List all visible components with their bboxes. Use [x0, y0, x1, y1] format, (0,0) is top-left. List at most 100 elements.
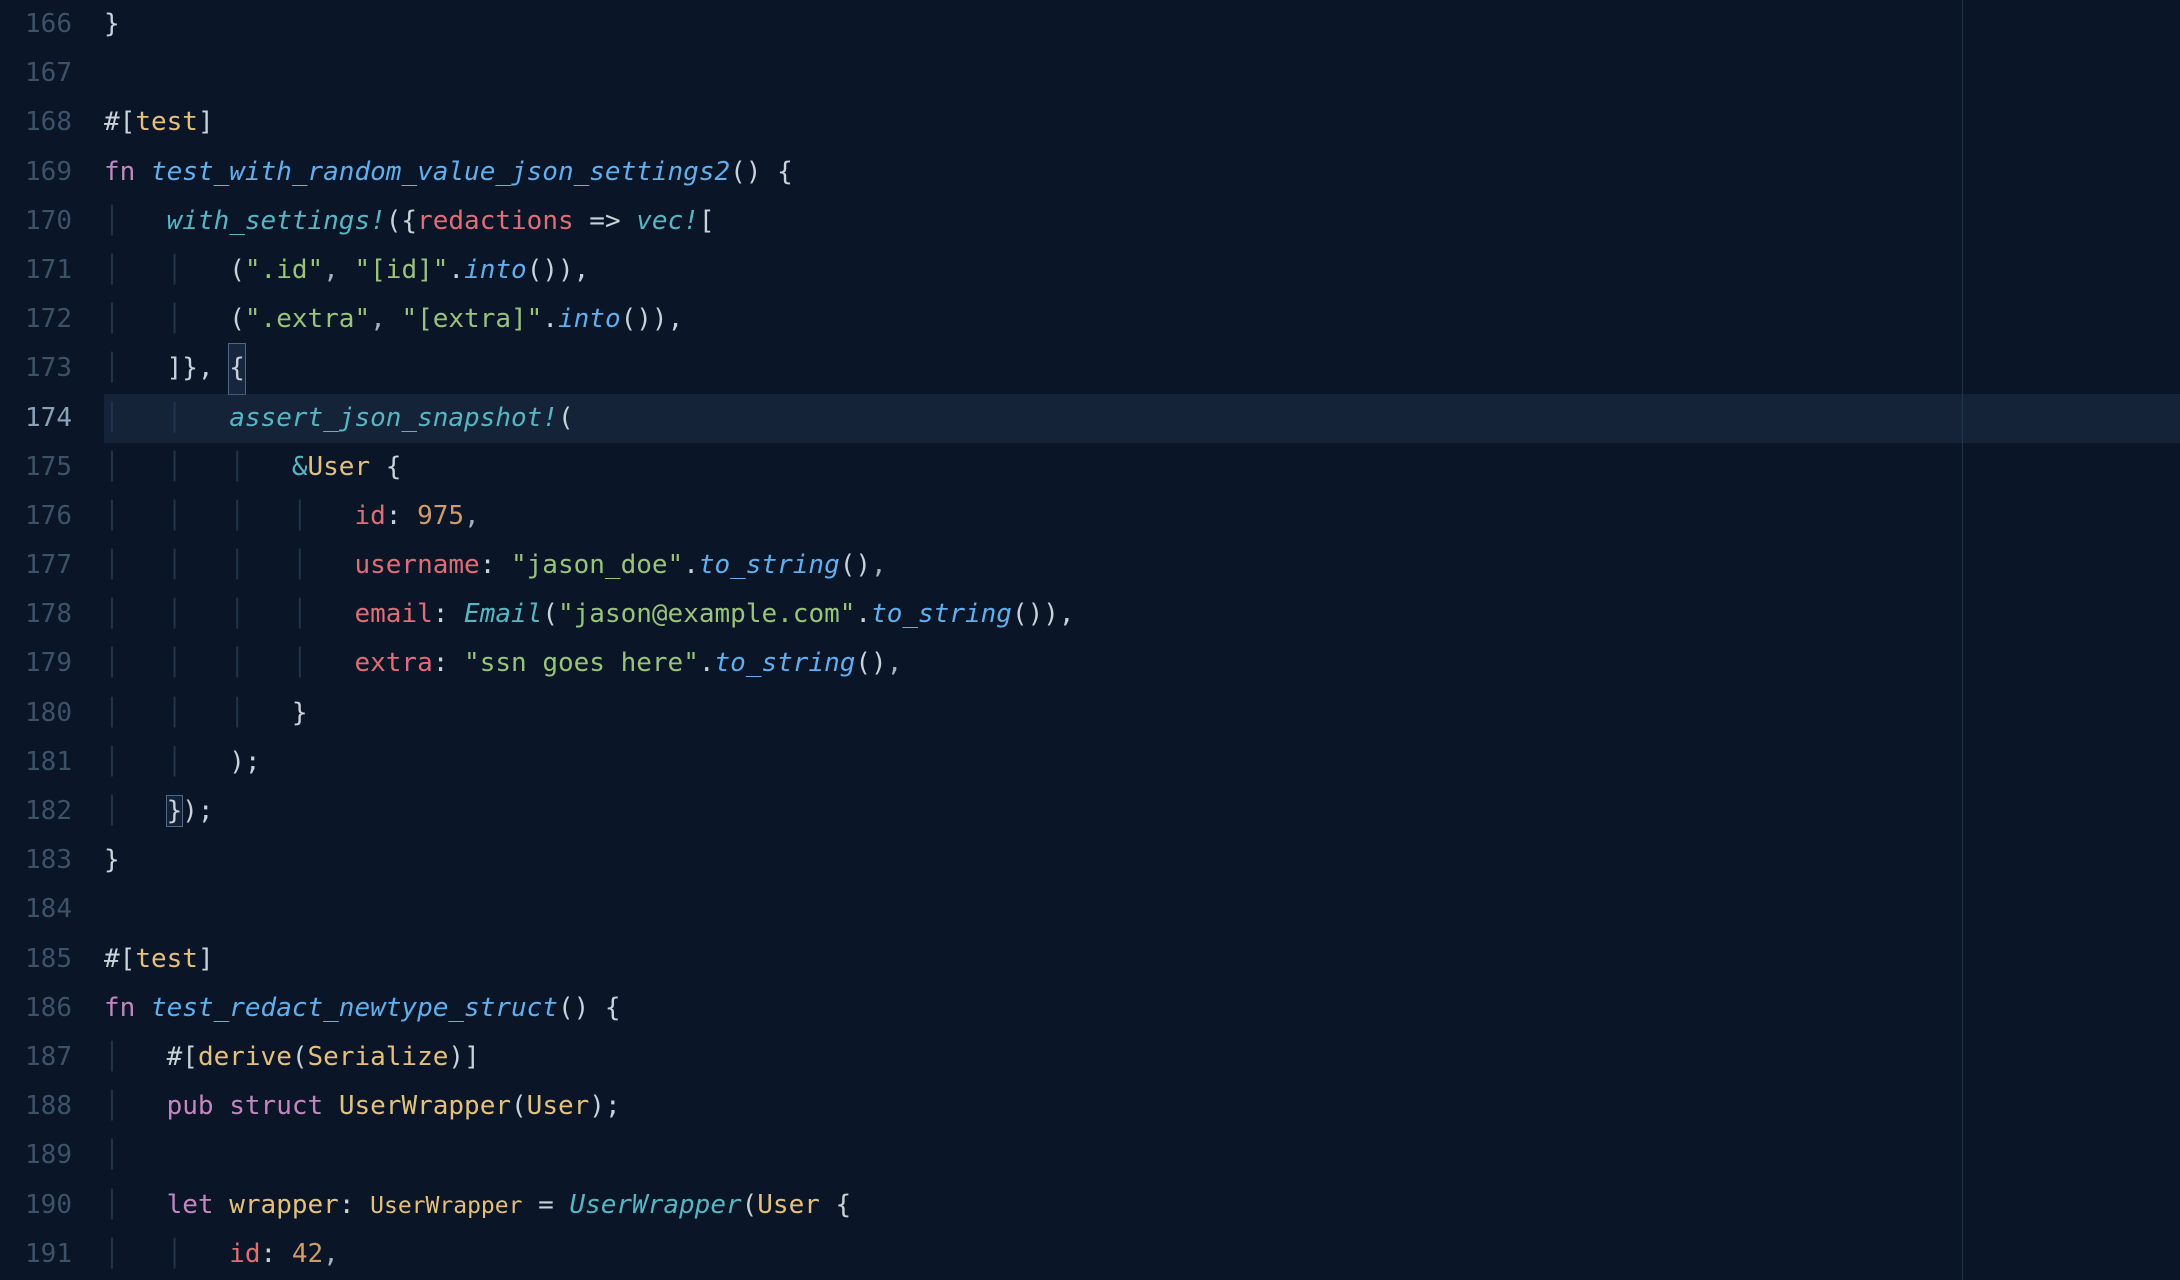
field-extra: extra: [354, 648, 432, 678]
method-to-string: to_string: [715, 648, 856, 678]
line-number: 184: [0, 885, 72, 934]
match-brace: }: [167, 796, 183, 826]
code-line[interactable]: #[test]: [104, 935, 2180, 984]
attr-close: ]: [198, 107, 214, 137]
cursor-brace: {: [229, 344, 245, 393]
code-line[interactable]: fn test_with_random_value_json_settings2…: [104, 148, 2180, 197]
line-number: 173: [0, 344, 72, 393]
brace: {: [370, 452, 401, 482]
macro-assert-json-snapshot: assert_json_snapshot!: [229, 403, 558, 433]
code-line[interactable]: }: [104, 836, 2180, 885]
code-line[interactable]: │ │ │ │ email: Email("jason@example.com"…: [104, 590, 2180, 639]
code-line[interactable]: │: [104, 1131, 2180, 1180]
brace: {: [820, 1190, 851, 1220]
parens: (): [855, 648, 886, 678]
code-line[interactable]: │ │ │ }: [104, 689, 2180, 738]
dot: .: [699, 648, 715, 678]
var-wrapper: wrapper: [229, 1190, 339, 1220]
method-into: into: [464, 255, 527, 285]
type-userwrapper: UserWrapper: [339, 1091, 511, 1121]
code-line[interactable]: │ ]}, {: [104, 344, 2180, 393]
code-line[interactable]: │ │ │ &User {: [104, 443, 2180, 492]
key-redactions: redactions: [417, 206, 574, 236]
arrow: =>: [574, 206, 637, 236]
macro-vec: vec!: [636, 206, 699, 236]
code-area[interactable]: } #[test] fn test_with_random_value_json…: [90, 0, 2180, 1280]
dot: .: [542, 304, 558, 334]
code-editor[interactable]: 166 167 168 169 170 171 172 173 174 175 …: [0, 0, 2180, 1280]
bracket: [: [699, 206, 715, 236]
string: "[extra]": [401, 304, 542, 334]
code-line[interactable]: [104, 49, 2180, 98]
line-number: 169: [0, 148, 72, 197]
code-line-current[interactable]: │ │ assert_json_snapshot!(: [104, 394, 2180, 443]
line-number: 170: [0, 197, 72, 246]
parens: (): [840, 550, 871, 580]
paren: (: [742, 1190, 758, 1220]
type-userwrapper: UserWrapper: [370, 1193, 522, 1219]
code-line[interactable]: │ │ │ │ id: 975,: [104, 492, 2180, 541]
line-number: 175: [0, 443, 72, 492]
method-to-string: to_string: [699, 550, 840, 580]
line-number-current: 174: [0, 394, 72, 443]
attr-open: #[: [167, 1042, 198, 1072]
close: ),: [558, 255, 589, 285]
colon: :: [386, 501, 417, 531]
code-line[interactable]: #[test]: [104, 98, 2180, 147]
close: );: [229, 747, 260, 777]
code-line[interactable]: │ │ id: 42,: [104, 1230, 2180, 1279]
line-number: 178: [0, 590, 72, 639]
fn-name: test_with_random_value_json_settings2: [151, 157, 730, 187]
fn-name: test_redact_newtype_struct: [151, 993, 558, 1023]
paren: (: [229, 255, 245, 285]
code-line[interactable]: │ with_settings!({redactions => vec![: [104, 197, 2180, 246]
code-line[interactable]: [104, 885, 2180, 934]
colon: :: [339, 1190, 370, 1220]
brace: }: [292, 698, 308, 728]
code-line[interactable]: │ });: [104, 787, 2180, 836]
line-number-gutter: 166 167 168 169 170 171 172 173 174 175 …: [0, 0, 90, 1280]
code-line[interactable]: │ │ │ │ username: "jason_doe".to_string(…: [104, 541, 2180, 590]
parens: (): [558, 993, 589, 1023]
code-line[interactable]: │ let wrapper: UserWrapper = UserWrapper…: [104, 1181, 2180, 1230]
kw-fn: fn: [104, 993, 135, 1023]
comma: ,: [887, 648, 903, 678]
code-line[interactable]: │ │ );: [104, 738, 2180, 787]
line-number: 167: [0, 49, 72, 98]
comma: ,: [370, 304, 401, 334]
parens: (): [527, 255, 558, 285]
code-line[interactable]: │ │ │ │ extra: "ssn goes here".to_string…: [104, 639, 2180, 688]
dot: .: [683, 550, 699, 580]
line-number: 190: [0, 1181, 72, 1230]
comma: ,: [323, 1239, 339, 1269]
comma: ,: [871, 550, 887, 580]
line-number: 176: [0, 492, 72, 541]
comma: ,: [464, 501, 480, 531]
trait-serialize: Serialize: [308, 1042, 449, 1072]
close: ),: [1043, 599, 1074, 629]
parens: (): [621, 304, 652, 334]
code-line[interactable]: │ │ (".extra", "[extra]".into()),: [104, 295, 2180, 344]
code-line[interactable]: │ #[derive(Serialize)]: [104, 1033, 2180, 1082]
code-line[interactable]: │ pub struct UserWrapper(User);: [104, 1082, 2180, 1131]
string: ".id": [245, 255, 323, 285]
line-number: 185: [0, 935, 72, 984]
dot: .: [448, 255, 464, 285]
string: ".extra": [245, 304, 370, 334]
brace: }: [104, 845, 120, 875]
parens: (): [1012, 599, 1043, 629]
code-line[interactable]: fn test_redact_newtype_struct() {: [104, 984, 2180, 1033]
parens: (): [730, 157, 761, 187]
string: "jason_doe": [511, 550, 683, 580]
code-line[interactable]: }: [104, 0, 2180, 49]
line-number: 177: [0, 541, 72, 590]
colon: :: [480, 550, 511, 580]
method-into: into: [558, 304, 621, 334]
paren: ): [448, 1042, 464, 1072]
line-number: 187: [0, 1033, 72, 1082]
line-number: 171: [0, 246, 72, 295]
type-user: User: [308, 452, 371, 482]
line-number: 186: [0, 984, 72, 1033]
code-line[interactable]: │ │ (".id", "[id]".into()),: [104, 246, 2180, 295]
paren: (: [558, 403, 574, 433]
